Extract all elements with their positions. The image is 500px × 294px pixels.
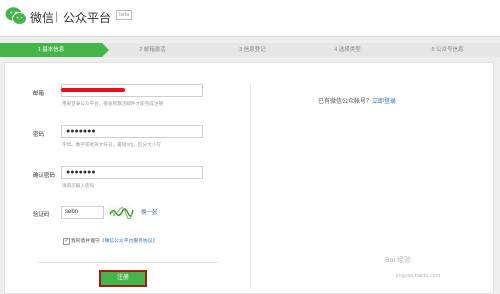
step-basic-info: 1 基本信息 [0,43,102,57]
agreement-prefix: 我同意并遵守 [71,239,100,244]
captcha-input[interactable]: sebn [61,206,104,219]
baidu-watermark-url: jingyan.baidu.com [396,273,441,279]
captcha-refresh-link[interactable]: 换一张 [141,208,158,216]
step-choose-type: 4 选择类型 [334,47,361,53]
agreement-text: 我同意并遵守《微信公众平台服务协议》 [71,237,157,244]
login-now-link[interactable]: 立即登录 [372,99,396,105]
step-account-info: 5 公众号信息 [431,47,464,53]
login-prompt-text: 已有微信公众帐号？ [318,99,373,105]
email-label: 邮箱 [33,91,45,97]
login-prompt: 已有微信公众帐号？立即登录 [318,96,396,105]
beta-badge: beta [116,10,132,20]
brand-platform: 公众平台 [63,11,112,25]
brand-separator: | [55,9,59,23]
captcha-image[interactable] [108,205,134,219]
register-button[interactable]: 注册 [99,270,147,287]
password-label: 密码 [33,132,45,138]
column-divider [250,84,251,289]
captcha-label: 验证码 [33,212,50,218]
password-hint: 字母、数字或者英文符号，最短8位，区分大小写 [62,142,162,147]
registration-steps: 1 基本信息 2 邮箱激活 3 信息登记 4 选择类型 5 公众号信息 [0,43,500,57]
wechat-logo-icon [5,7,27,25]
step-active-arrow [102,43,109,57]
top-bar: 微信 | 公众平台 beta [0,0,500,37]
confirm-password-hint: 请再次输入密码 [62,183,95,188]
form-divider [38,262,218,263]
password-field[interactable]: ●●●●●●● [61,125,203,138]
confirm-password-field[interactable]: ●●●●●●● [61,166,203,179]
baidu-watermark: Bai 经验 [385,257,412,264]
step-email-activation: 2 邮箱激活 [139,47,166,53]
brand-wechat: 微信 [30,11,55,25]
step-info-registration: 3 信息登记 [239,47,266,53]
service-agreement-link[interactable]: 《微信公众平台服务协议》 [100,239,158,244]
email-hint: 用来登录公众平台，接收到激活邮件才能完成注册 [62,101,164,106]
email-redaction [61,88,125,92]
agreement-checkbox[interactable]: ✓ [63,238,70,245]
confirm-password-label: 确认密码 [33,173,56,179]
